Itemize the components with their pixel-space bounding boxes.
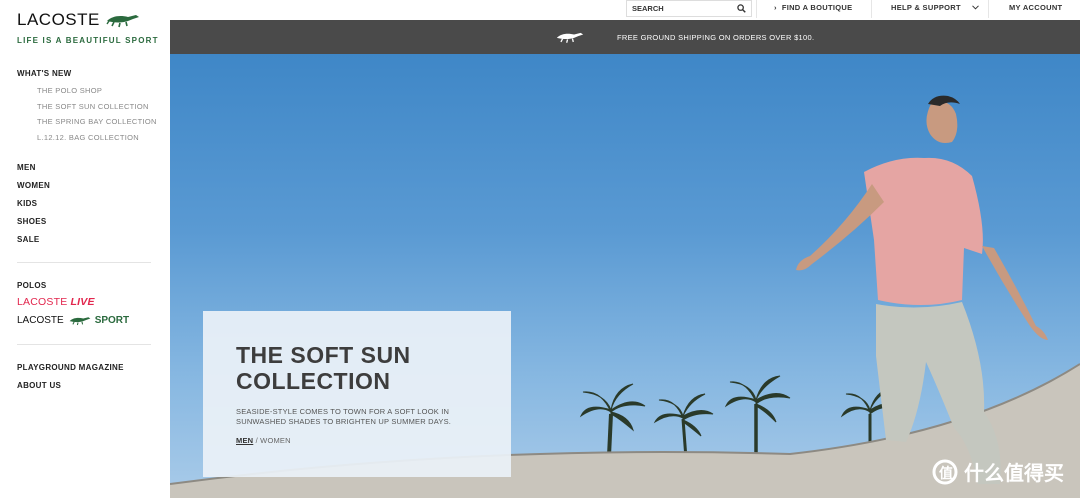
topbar-separator bbox=[756, 0, 757, 18]
nav-playground-magazine[interactable]: PLAYGROUND MAGAZINE bbox=[17, 363, 124, 372]
nav-spring-bay-collection[interactable]: THE SPRING BAY COLLECTION bbox=[37, 117, 157, 126]
nav-shoes[interactable]: SHOES bbox=[17, 217, 47, 226]
hero-banner[interactable]: THE SOFT SUN COLLECTION SEASIDE-STYLE CO… bbox=[170, 54, 1080, 498]
topbar-separator bbox=[988, 0, 989, 18]
collection-description: SEASIDE-STYLE COMES TO TOWN FOR A SOFT L… bbox=[236, 407, 452, 426]
nav-bag-collection[interactable]: L.12.12. BAG COLLECTION bbox=[37, 133, 139, 142]
sidebar: LACOSTE LIFE IS A BEAUTIFUL SPORT WHAT'S… bbox=[0, 0, 170, 498]
my-account-label: MY ACCOUNT bbox=[1009, 3, 1063, 12]
sport-suffix: SPORT bbox=[94, 315, 130, 326]
live-prefix: LACOSTE bbox=[17, 296, 68, 308]
collection-links: MEN / WOMEN bbox=[236, 436, 291, 445]
topbar-separator bbox=[871, 0, 872, 18]
nav-polo-shop[interactable]: THE POLO SHOP bbox=[37, 86, 102, 95]
search-icon[interactable] bbox=[737, 4, 746, 13]
nav-lacoste-live[interactable]: LACOSTE LIVE bbox=[17, 296, 95, 308]
sidebar-divider bbox=[17, 262, 151, 263]
shipping-message: FREE GROUND SHIPPING ON ORDERS OVER $100… bbox=[617, 33, 815, 42]
find-boutique-label: FIND A BOUTIQUE bbox=[781, 3, 853, 12]
nav-about-us[interactable]: ABOUT US bbox=[17, 381, 61, 390]
search-input[interactable]: SEARCH bbox=[626, 0, 752, 17]
svg-text:值: 值 bbox=[939, 465, 953, 482]
chevron-down-icon bbox=[972, 5, 980, 10]
logo-wordmark: LACOSTE bbox=[17, 10, 100, 29]
link-separator: / bbox=[255, 436, 258, 445]
help-support-menu[interactable]: HELP & SUPPORT bbox=[891, 3, 980, 12]
nav-lacoste-sport[interactable]: LACOSTE SPORT bbox=[17, 315, 129, 326]
site-watermark: 值 什么值得买 bbox=[930, 457, 1064, 486]
live-suffix: LIVE bbox=[70, 296, 95, 308]
crocodile-logo-icon bbox=[556, 32, 584, 43]
sidebar-divider bbox=[17, 344, 151, 345]
search-placeholder: SEARCH bbox=[632, 4, 664, 13]
my-account-menu[interactable]: MY ACCOUNT bbox=[1009, 3, 1062, 12]
nav-men[interactable]: MEN bbox=[17, 163, 36, 172]
collection-promo-card: THE SOFT SUN COLLECTION SEASIDE-STYLE CO… bbox=[203, 311, 511, 477]
lacoste-logo[interactable]: LACOSTE bbox=[17, 10, 140, 30]
sport-prefix: LACOSTE bbox=[17, 315, 64, 326]
top-bar: SEARCH › FIND A BOUTIQUE HELP & SUPPORT M… bbox=[170, 0, 1080, 20]
brand-tagline: LIFE IS A BEAUTIFUL SPORT bbox=[17, 36, 159, 45]
nav-whats-new[interactable]: WHAT'S NEW bbox=[17, 69, 72, 78]
shop-women-link[interactable]: WOMEN bbox=[260, 436, 291, 445]
nav-soft-sun-collection[interactable]: THE SOFT SUN COLLECTION bbox=[37, 102, 149, 111]
find-boutique-link[interactable]: › FIND A BOUTIQUE bbox=[774, 3, 852, 12]
crocodile-icon bbox=[69, 317, 91, 326]
watermark-text: 什么值得买 bbox=[964, 463, 1064, 485]
chevron-right-icon: › bbox=[774, 3, 777, 12]
shop-men-link[interactable]: MEN bbox=[236, 436, 253, 445]
nav-kids[interactable]: KIDS bbox=[17, 199, 37, 208]
shipping-banner: FREE GROUND SHIPPING ON ORDERS OVER $100… bbox=[170, 20, 1080, 54]
collection-title: THE SOFT SUN COLLECTION bbox=[236, 342, 411, 394]
nav-women[interactable]: WOMEN bbox=[17, 181, 50, 190]
help-support-label: HELP & SUPPORT bbox=[891, 3, 961, 12]
watermark-logo-icon: 值 bbox=[932, 459, 958, 484]
crocodile-logo-icon bbox=[106, 15, 139, 28]
nav-polos[interactable]: POLOS bbox=[17, 281, 47, 290]
nav-sale[interactable]: SALE bbox=[17, 235, 40, 244]
